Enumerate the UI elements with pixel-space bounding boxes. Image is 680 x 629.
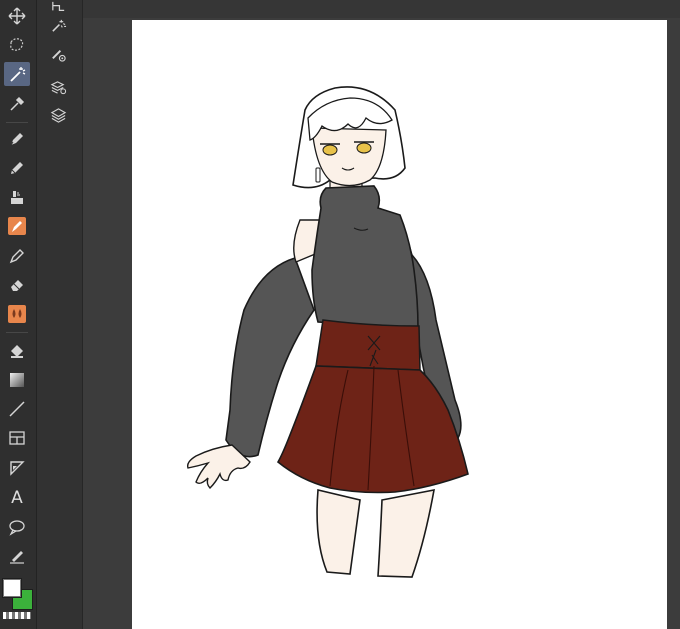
character-illustration xyxy=(186,86,469,578)
